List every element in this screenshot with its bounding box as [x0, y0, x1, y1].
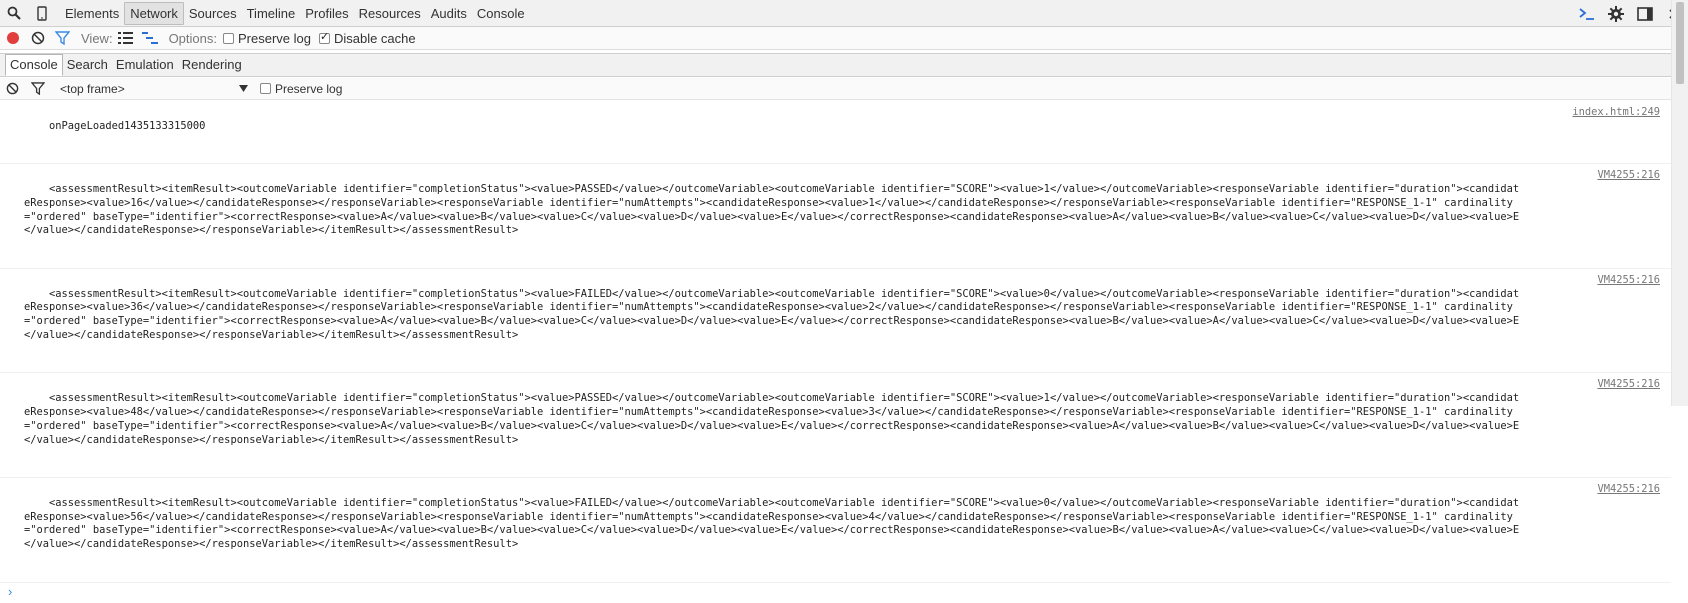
message-text: <assessmentResult><itemResult><outcomeVa…	[24, 392, 1520, 446]
tab-sources[interactable]: Sources	[184, 3, 242, 24]
console-message: <assessmentResult><itemResult><outcomeVa…	[0, 269, 1671, 374]
frame-select[interactable]: <top frame>	[60, 82, 248, 96]
tab-elements[interactable]: Elements	[60, 3, 124, 24]
gear-icon[interactable]	[1601, 1, 1630, 27]
waterfall-icon[interactable]	[138, 27, 163, 49]
console-message: onPageLoaded1435133315000 index.html:249	[0, 101, 1671, 165]
message-text: <assessmentResult><itemResult><outcomeVa…	[24, 496, 1520, 551]
tab-profiles[interactable]: Profiles	[300, 3, 353, 24]
dropdown-arrow-icon	[239, 85, 248, 92]
console-preserve-log-checkbox[interactable]: Preserve log	[260, 82, 342, 96]
console-toolbar: <top frame> Preserve log	[0, 78, 1688, 100]
checkbox-box[interactable]	[222, 32, 234, 44]
message-text: onPageLoaded1435133315000	[49, 119, 206, 132]
source-link[interactable]: VM4255:216	[1597, 274, 1660, 288]
console-filter-icon[interactable]	[25, 78, 50, 100]
drawer-tab-rendering[interactable]: Rendering	[178, 55, 246, 75]
tab-resources[interactable]: Resources	[354, 3, 426, 24]
drawer-tab-bar: Console Search Emulation Rendering	[0, 53, 1688, 77]
tab-audits[interactable]: Audits	[426, 3, 472, 24]
message-text: <assessmentResult><itemResult><outcomeVa…	[24, 182, 1520, 237]
message-text: <assessmentResult><itemResult><outcomeVa…	[24, 287, 1520, 341]
search-icon[interactable]	[0, 0, 28, 26]
vertical-scrollbar[interactable]	[1671, 0, 1688, 406]
console-message: <assessmentResult><itemResult><outcomeVa…	[0, 373, 1671, 478]
prompt-chevron-icon: ›	[8, 583, 13, 599]
filter-icon[interactable]	[50, 27, 75, 49]
checkbox-box-checked[interactable]	[318, 30, 330, 44]
console-messages: onPageLoaded1435133315000 index.html:249…	[0, 101, 1671, 603]
checkbox-box[interactable]	[260, 83, 271, 94]
tab-network[interactable]: Network	[124, 1, 184, 25]
console-preserve-log-label: Preserve log	[275, 81, 343, 96]
disable-cache-label: Disable cache	[333, 30, 416, 46]
view-label: View:	[81, 30, 113, 46]
mobile-device-icon[interactable]	[28, 0, 56, 26]
devtools-tab-bar: Elements Network Sources Timeline Profil…	[0, 0, 1688, 27]
drawer-tab-console[interactable]: Console	[5, 54, 63, 76]
tab-console[interactable]: Console	[472, 3, 530, 24]
console-drawer-icon[interactable]	[1572, 1, 1601, 27]
console-message: <assessmentResult><itemResult><outcomeVa…	[0, 478, 1671, 583]
record-icon[interactable]	[0, 27, 25, 49]
drawer-tab-emulation[interactable]: Emulation	[112, 55, 178, 75]
drawer-tab-search[interactable]: Search	[63, 55, 112, 75]
list-view-icon[interactable]	[113, 27, 138, 49]
clear-console-icon[interactable]	[0, 78, 25, 100]
console-prompt[interactable]: ›	[0, 583, 1671, 603]
source-link[interactable]: VM4255:216	[1597, 483, 1660, 497]
options-label: Options:	[168, 30, 217, 46]
source-link[interactable]: VM4255:216	[1597, 378, 1660, 392]
source-link[interactable]: VM4255:216	[1597, 169, 1660, 183]
disable-cache-checkbox[interactable]: Disable cache	[318, 30, 416, 46]
console-message: <assessmentResult><itemResult><outcomeVa…	[0, 164, 1671, 269]
preserve-log-label: Preserve log	[237, 30, 311, 46]
scrollbar-thumb[interactable]	[1676, 2, 1684, 84]
frame-select-value: <top frame>	[60, 81, 125, 96]
network-toolbar: View: Options: Preserve log Disable cach…	[0, 27, 1688, 50]
source-link[interactable]: index.html:249	[1572, 106, 1660, 120]
preserve-log-checkbox[interactable]: Preserve log	[222, 30, 311, 46]
dock-icon[interactable]	[1630, 1, 1659, 27]
clear-icon[interactable]	[25, 27, 50, 49]
tab-timeline[interactable]: Timeline	[242, 3, 301, 24]
